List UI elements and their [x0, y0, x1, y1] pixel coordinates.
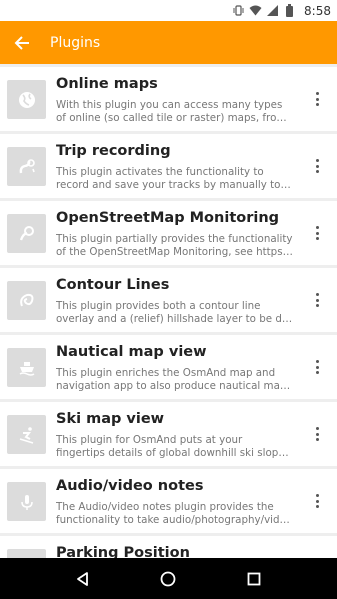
plugin-card-trip-recording[interactable]: Trip recording This plugin activates the…	[0, 134, 337, 198]
plugin-card-online-maps[interactable]: Online maps With this plugin you can acc…	[0, 67, 337, 131]
plugin-description: With this plugin you can access many typ…	[56, 99, 293, 124]
plugin-name: OpenStreetMap Monitoring	[56, 210, 280, 226]
plugin-name: Nautical map view	[56, 344, 207, 360]
ship-icon	[7, 348, 46, 387]
plugin-name: Parking Position	[56, 545, 190, 558]
more-options-button[interactable]	[307, 355, 327, 379]
microphone-icon	[7, 482, 46, 521]
plugin-card-ski-map[interactable]: Ski map view This plugin for OsmAnd puts…	[0, 402, 337, 466]
plugin-description: This plugin activates the functionality …	[56, 166, 293, 191]
plugin-card-nautical-map[interactable]: Nautical map view This plugin enriches t…	[0, 335, 337, 399]
plugin-description: This plugin partially provides the funct…	[56, 233, 293, 258]
page-title: Plugins	[50, 34, 101, 51]
signal-icon	[266, 4, 279, 17]
more-options-button[interactable]	[307, 87, 327, 111]
triangle-back-icon	[76, 571, 88, 586]
globe-icon	[7, 80, 46, 119]
plugin-name: Ski map view	[56, 411, 165, 427]
plugin-list[interactable]: Online maps With this plugin you can acc…	[0, 64, 337, 558]
plugin-description: This plugin for OsmAnd puts at your finge…	[56, 434, 293, 459]
plugin-name: Online maps	[56, 76, 158, 92]
plugin-name: Trip recording	[56, 143, 171, 159]
nav-home-button[interactable]	[153, 564, 183, 594]
arrow-back-icon	[14, 35, 29, 50]
app-bar: Plugins	[0, 21, 337, 64]
osm-icon	[7, 214, 46, 253]
contour-icon	[7, 281, 46, 320]
more-options-button[interactable]	[307, 422, 327, 446]
more-options-button[interactable]	[307, 489, 327, 513]
wifi-icon	[249, 4, 262, 17]
status-time: 8:58	[304, 3, 331, 18]
plugin-description: This plugin provides both a contour line…	[56, 300, 293, 325]
back-button[interactable]	[0, 21, 44, 64]
plugin-name: Contour Lines	[56, 277, 170, 293]
plugin-description: The Audio/video notes plugin provides th…	[56, 501, 290, 526]
plugin-card-contour-lines[interactable]: Contour Lines This plugin provides both …	[0, 268, 337, 332]
more-options-button[interactable]	[307, 288, 327, 312]
plugin-card-parking-position[interactable]: Parking Position	[0, 536, 337, 558]
plugin-name: Audio/video notes	[56, 478, 204, 494]
battery-icon	[283, 4, 296, 17]
plugin-card-osm-monitoring[interactable]: OpenStreetMap Monitoring This plugin par…	[0, 201, 337, 265]
more-options-button[interactable]	[307, 154, 327, 178]
parking-icon	[7, 549, 46, 558]
plugin-description: This plugin enriches the OsmAnd map and n…	[56, 367, 291, 392]
nav-recents-button[interactable]	[239, 564, 269, 594]
navigation-bar	[0, 558, 337, 599]
circle-home-icon	[161, 571, 176, 586]
ski-icon	[7, 415, 46, 454]
plugin-card-audio-video-notes[interactable]: Audio/video notes The Audio/video notes …	[0, 469, 337, 533]
more-options-button[interactable]	[307, 221, 327, 245]
vibrate-icon	[232, 4, 245, 17]
nav-back-button[interactable]	[68, 564, 98, 594]
status-bar: 8:58	[0, 0, 337, 21]
square-recents-icon	[247, 572, 261, 585]
track-icon	[7, 147, 46, 186]
